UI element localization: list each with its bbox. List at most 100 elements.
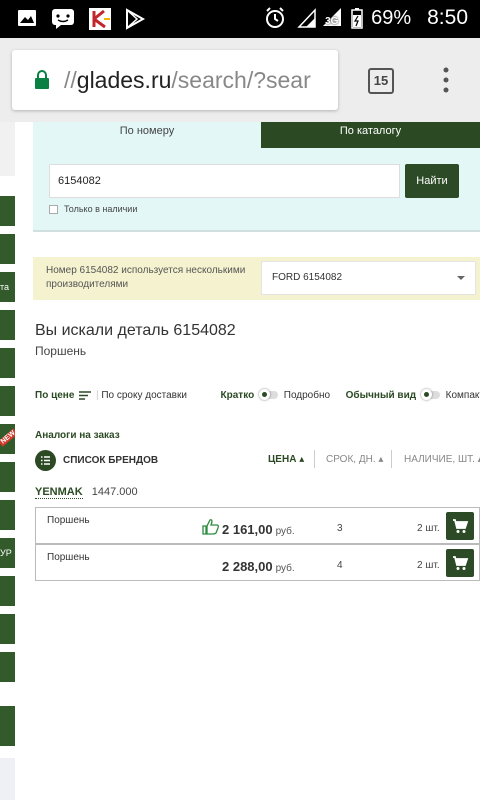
tab-by-number[interactable]: По номеру	[33, 122, 261, 148]
row-price-value: 2 161,00	[222, 522, 273, 537]
row-currency: руб.	[275, 526, 295, 537]
sidebar-item[interactable]	[0, 386, 15, 416]
sidebar-item[interactable]	[0, 652, 15, 682]
row-qty: 2 шт.	[417, 560, 440, 571]
search-input[interactable]: 6154082	[49, 164, 400, 198]
view-brief[interactable]: Кратко	[221, 390, 255, 401]
row-days: 3	[337, 523, 343, 534]
row-price: 2 288,00 руб.	[222, 559, 295, 574]
sidebar-item[interactable]	[0, 234, 15, 264]
sidebar-item[interactable]	[0, 500, 15, 530]
row-currency: руб.	[275, 563, 295, 574]
cart-icon	[453, 556, 469, 570]
alarm-icon	[266, 7, 285, 28]
web-page: та NEW УР По номеру По каталогу 6154082 …	[0, 122, 480, 800]
sidebar-item[interactable]	[0, 348, 15, 378]
column-divider	[314, 450, 315, 468]
manufacturer-notice: Номер 6154082 используется несколькими п…	[33, 257, 480, 300]
brands-list-label: СПИСОК БРЕНДОВ	[63, 455, 159, 466]
chevron-down-icon	[457, 276, 465, 280]
clock: 8:50	[427, 6, 468, 29]
battery-percent: 69%	[371, 6, 412, 29]
view-compact[interactable]: Компактный	[446, 390, 480, 401]
column-price[interactable]: ЦЕНА ▴	[268, 454, 304, 465]
view-normal[interactable]: Обычный вид	[346, 390, 416, 401]
part-name: Поршень	[35, 344, 87, 358]
page-title: Вы искали деталь 6154082	[35, 322, 236, 339]
tab-by-catalog[interactable]: По каталогу	[261, 122, 480, 148]
play-store-icon	[126, 8, 146, 30]
brief-detailed-toggle[interactable]	[258, 389, 278, 401]
brand-name-link[interactable]: YENMAK	[35, 486, 83, 499]
sidebar-item[interactable]	[0, 310, 15, 340]
column-days-label: СРОК, ДН.	[326, 454, 376, 465]
sort-lines-icon	[79, 391, 92, 400]
messenger-icon	[52, 9, 74, 29]
row-qty: 2 шт.	[417, 523, 440, 534]
brands-list-button[interactable]: СПИСОК БРЕНДОВ	[35, 450, 158, 471]
find-button[interactable]: Найти	[405, 164, 459, 198]
section-title: Аналоги на заказ	[35, 430, 120, 441]
more-menu-icon[interactable]	[441, 66, 451, 94]
image-icon	[18, 10, 36, 26]
status-right: 3G 69% 8:50	[263, 6, 468, 30]
column-days[interactable]: СРОК, ДН. ▴	[326, 454, 383, 465]
sidebar-item[interactable]	[0, 576, 15, 606]
url-prefix: //	[64, 67, 77, 93]
view-detailed[interactable]: Подробно	[284, 390, 330, 401]
sidebar-item[interactable]: УР	[0, 538, 15, 568]
sort-view-controls: По цене | По сроку доставки Кратко Подро…	[35, 389, 480, 401]
brand-code: 1447.000	[91, 486, 138, 498]
status-bar: 3G 69% 8:50	[0, 0, 480, 38]
manufacturer-selected-value: FORD 6154082	[272, 272, 343, 283]
url-text[interactable]: //glades.ru/search/?sear	[64, 67, 334, 94]
row-part-name: Поршень	[47, 552, 90, 563]
row-part-name: Поршень	[47, 515, 90, 526]
battery-icon	[351, 8, 363, 29]
table-row: Поршень 2 161,00 руб. 3 2 шт.	[35, 507, 480, 544]
sort-by-price[interactable]: По цене	[35, 390, 74, 401]
add-to-cart-button[interactable]	[446, 549, 474, 577]
column-price-label: ЦЕНА	[268, 454, 297, 465]
sort-by-delivery[interactable]: По сроку доставки	[101, 390, 187, 401]
brand-row: YENMAK 1447.000	[35, 486, 138, 499]
manufacturer-select[interactable]: FORD 6154082	[261, 261, 476, 295]
in-stock-label: Только в наличии	[64, 204, 138, 214]
column-stock-label: НАЛИЧИЕ, ШТ.	[404, 454, 475, 465]
row-price-value: 2 288,00	[222, 559, 273, 574]
table-row: Поршень 2 288,00 руб. 4 2 шт.	[35, 544, 480, 581]
normal-compact-toggle[interactable]	[420, 389, 440, 401]
sidebar-item-label: та	[0, 282, 10, 292]
sidebar-item[interactable]	[0, 706, 15, 746]
kaspersky-icon	[89, 8, 111, 30]
lock-icon	[35, 70, 49, 89]
list-icon	[35, 450, 56, 471]
sidebar-item[interactable]: та	[0, 272, 15, 302]
new-badge: NEW	[0, 428, 15, 447]
url-bar[interactable]: //glades.ru/search/?sear	[12, 50, 338, 110]
sidebar-item[interactable]	[0, 462, 15, 492]
sidebar-item-label: УР	[0, 548, 12, 558]
url-path: /search/?sear	[171, 67, 311, 93]
tab-switcher-button[interactable]: 15	[368, 68, 394, 94]
in-stock-filter[interactable]: Только в наличии	[49, 204, 137, 214]
row-days: 4	[337, 560, 343, 571]
network-type: 3G	[325, 16, 339, 27]
in-stock-checkbox[interactable]	[49, 204, 58, 214]
sidebar-header	[0, 122, 15, 176]
signal-3g: 3G	[321, 6, 345, 30]
sidebar-item[interactable]	[0, 614, 15, 644]
row-price: 2 161,00 руб.	[222, 522, 295, 537]
thumbs-up-icon[interactable]	[202, 518, 220, 535]
column-divider	[391, 450, 392, 468]
add-to-cart-button[interactable]	[446, 512, 474, 540]
sidebar-item-new[interactable]: NEW	[0, 424, 15, 454]
browser-toolbar: //glades.ru/search/?sear 15	[0, 38, 480, 122]
wifi-off-icon	[297, 8, 316, 28]
notice-text: Номер 6154082 используется несколькими п…	[46, 265, 246, 290]
column-stock[interactable]: НАЛИЧИЕ, ШТ. ▴	[404, 454, 480, 465]
sidebar-footer	[0, 758, 15, 800]
cart-icon	[453, 519, 469, 533]
sidebar-item[interactable]	[0, 196, 15, 226]
left-sidebar-strip: та NEW УР	[0, 122, 17, 800]
